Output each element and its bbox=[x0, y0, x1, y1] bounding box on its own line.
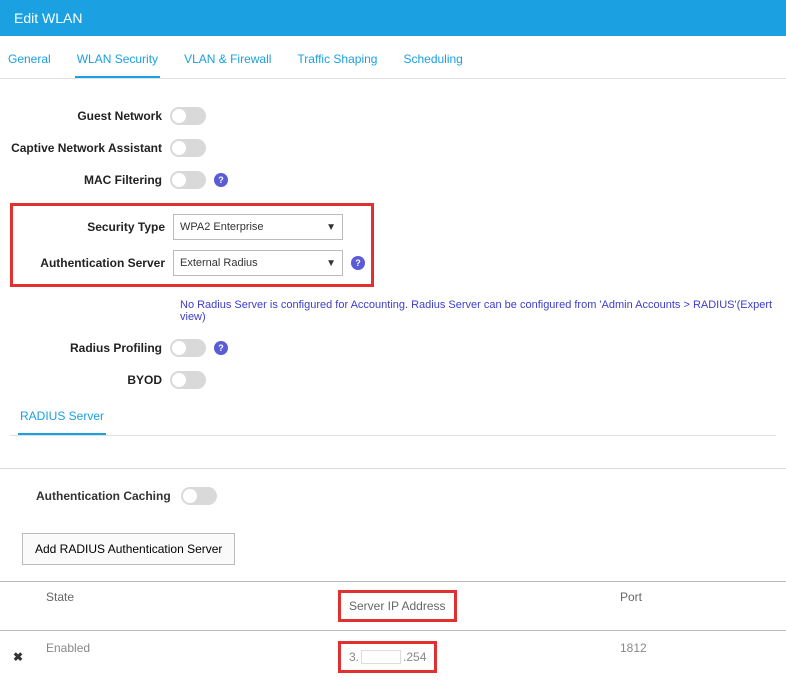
chevron-down-icon: ▼ bbox=[326, 258, 336, 269]
tab-general[interactable]: General bbox=[6, 46, 53, 78]
section-divider bbox=[0, 468, 786, 469]
tab-vlan-firewall[interactable]: VLAN & Firewall bbox=[182, 46, 273, 78]
chevron-down-icon: ▼ bbox=[326, 222, 336, 233]
server-ip-highlight: 3. .254 bbox=[338, 641, 437, 673]
table-row: ✖ Enabled 3. .254 1812 bbox=[0, 631, 786, 683]
state-cell: Enabled bbox=[36, 631, 328, 683]
col-state: State bbox=[36, 582, 328, 630]
form-area: Guest Network Captive Network Assistant … bbox=[0, 79, 786, 446]
ip-suffix: .254 bbox=[403, 650, 426, 664]
security-type-value: WPA2 Enterprise bbox=[180, 221, 264, 233]
guest-network-toggle[interactable] bbox=[170, 107, 206, 125]
ip-value: 3. .254 bbox=[349, 650, 426, 664]
row-mac-filtering: MAC Filtering ? bbox=[10, 171, 776, 189]
help-icon[interactable]: ? bbox=[214, 173, 228, 187]
row-captive-assistant: Captive Network Assistant bbox=[10, 139, 776, 157]
auth-caching-label: Authentication Caching bbox=[36, 489, 171, 503]
main-tabs: General WLAN Security VLAN & Firewall Tr… bbox=[0, 36, 786, 79]
tab-wlan-security[interactable]: WLAN Security bbox=[75, 46, 160, 78]
tab-traffic-shaping[interactable]: Traffic Shaping bbox=[295, 46, 379, 78]
table-header-row: State Server IP Address Port bbox=[0, 582, 786, 631]
auth-server-value: External Radius bbox=[180, 257, 258, 269]
help-icon[interactable]: ? bbox=[214, 341, 228, 355]
tab-scheduling[interactable]: Scheduling bbox=[401, 46, 464, 78]
row-byod: BYOD bbox=[10, 371, 776, 389]
security-type-select[interactable]: WPA2 Enterprise ▼ bbox=[173, 214, 343, 240]
row-auth-server: Authentication Server External Radius ▼ … bbox=[19, 250, 365, 276]
byod-toggle[interactable] bbox=[170, 371, 206, 389]
close-icon[interactable]: ✖ bbox=[13, 650, 23, 664]
radius-profiling-label: Radius Profiling bbox=[10, 341, 170, 355]
radius-profiling-toggle[interactable] bbox=[170, 339, 206, 357]
add-radius-server-button[interactable]: Add RADIUS Authentication Server bbox=[22, 533, 235, 565]
row-auth-caching: Authentication Caching bbox=[0, 487, 786, 505]
row-radius-profiling: Radius Profiling ? bbox=[10, 339, 776, 357]
server-ip-header-highlight: Server IP Address bbox=[338, 590, 457, 622]
page-title-bar: Edit WLAN bbox=[0, 0, 786, 36]
page-title: Edit WLAN bbox=[14, 10, 82, 26]
auth-server-label: Authentication Server bbox=[19, 256, 173, 270]
delete-row-cell: ✖ bbox=[0, 631, 36, 683]
subtab-radius-server[interactable]: RADIUS Server bbox=[18, 403, 106, 435]
security-highlight-box: Security Type WPA2 Enterprise ▼ Authenti… bbox=[10, 203, 374, 287]
byod-label: BYOD bbox=[10, 373, 170, 387]
table-body: ✖ Enabled 3. .254 1812 bbox=[0, 631, 786, 683]
ip-redacted bbox=[361, 650, 401, 664]
port-cell: 1812 bbox=[610, 631, 786, 683]
auth-server-select[interactable]: External Radius ▼ bbox=[173, 250, 343, 276]
captive-assistant-label: Captive Network Assistant bbox=[10, 141, 170, 155]
mac-filtering-label: MAC Filtering bbox=[10, 173, 170, 187]
radius-notice: No Radius Server is configured for Accou… bbox=[10, 299, 776, 323]
row-security-type: Security Type WPA2 Enterprise ▼ bbox=[19, 214, 365, 240]
col-server-ip: Server IP Address bbox=[328, 582, 610, 630]
col-delete bbox=[0, 582, 36, 630]
col-port: Port bbox=[610, 582, 786, 630]
captive-assistant-toggle[interactable] bbox=[170, 139, 206, 157]
auth-caching-toggle[interactable] bbox=[181, 487, 217, 505]
ip-prefix: 3. bbox=[349, 650, 359, 664]
server-ip-cell: 3. .254 bbox=[328, 631, 610, 683]
mac-filtering-toggle[interactable] bbox=[170, 171, 206, 189]
row-guest-network: Guest Network bbox=[10, 107, 776, 125]
help-icon[interactable]: ? bbox=[351, 256, 365, 270]
radius-subtabs: RADIUS Server bbox=[10, 403, 776, 436]
guest-network-label: Guest Network bbox=[10, 109, 170, 123]
radius-server-table: State Server IP Address Port ✖ Enabled 3… bbox=[0, 581, 786, 683]
security-type-label: Security Type bbox=[19, 220, 173, 234]
